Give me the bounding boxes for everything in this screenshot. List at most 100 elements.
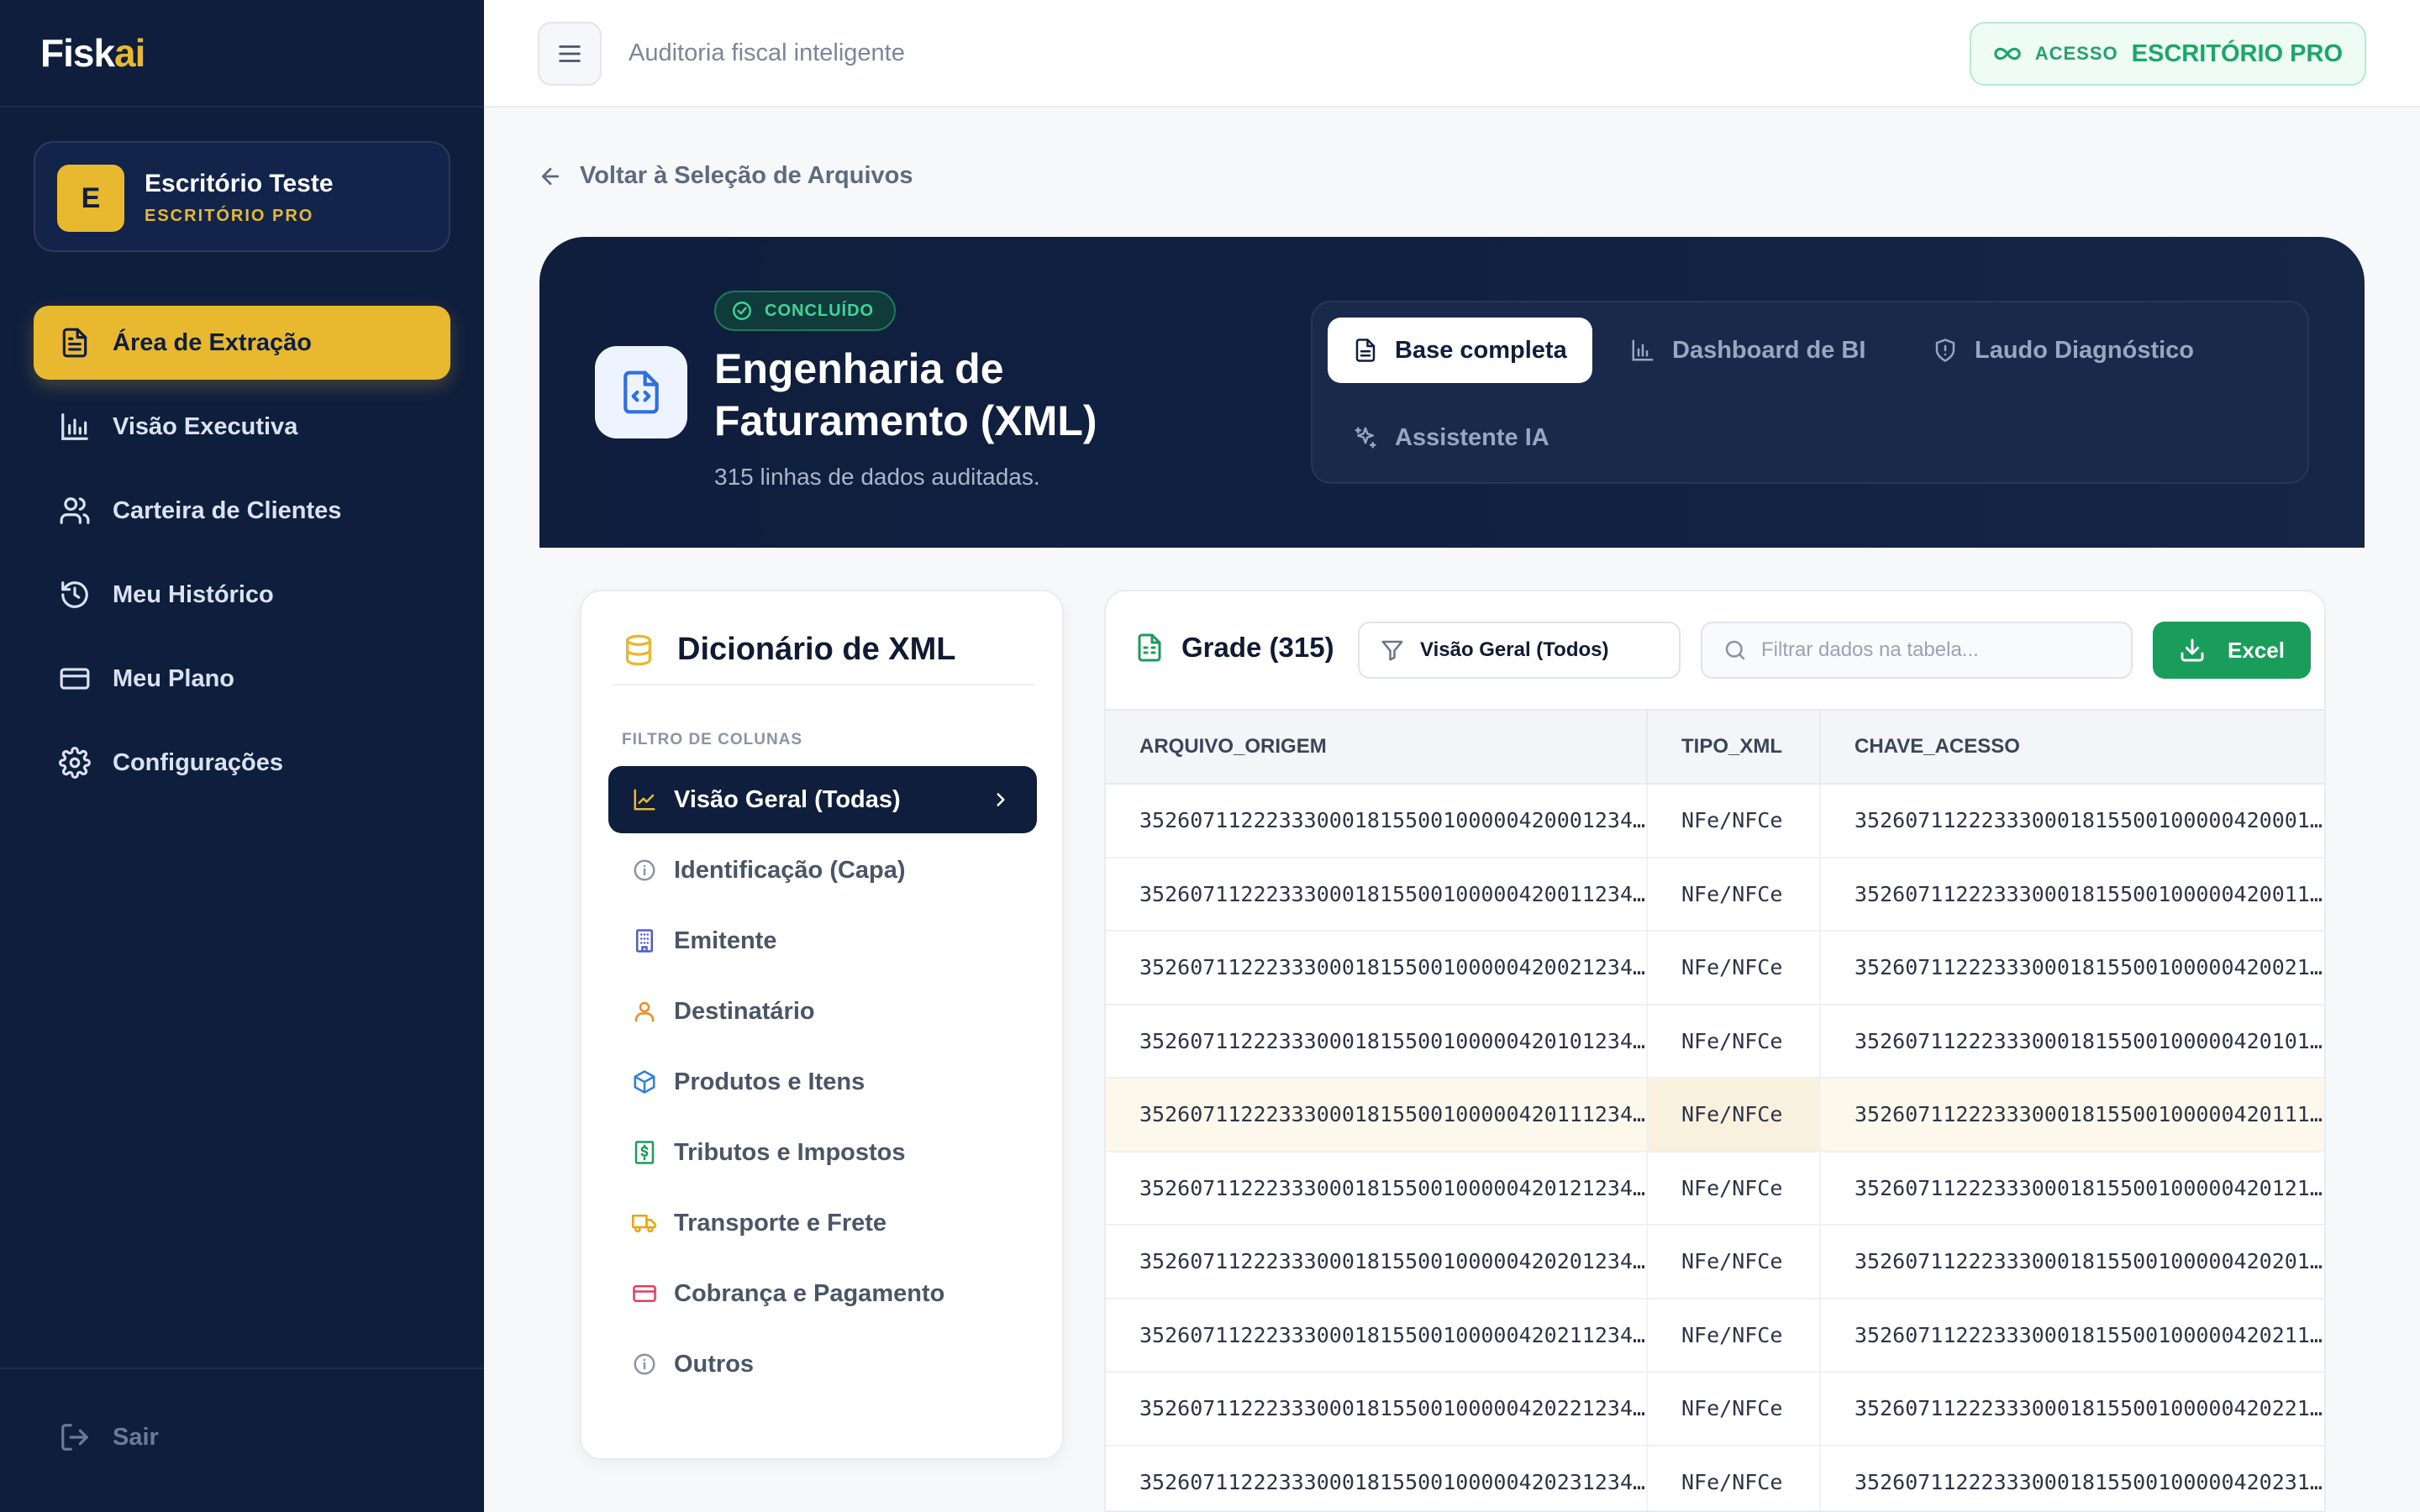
column-filter-cobranca[interactable]: Cobrança e Pagamento <box>608 1260 1037 1327</box>
table-row[interactable]: 3526071122233300018155001000004201012345… <box>1106 1004 2324 1079</box>
cell-chave-acesso: 3526071122233300018155001000004200212345… <box>1819 931 2324 1005</box>
office-plan: ESCRITÓRIO PRO <box>145 207 314 225</box>
gear-icon <box>59 747 91 779</box>
user-icon <box>634 1001 655 1022</box>
column-filter-label: Transporte e Frete <box>674 1209 887 1236</box>
tab-dashboard-bi[interactable]: Dashboard de BI <box>1605 318 1891 383</box>
column-filter-emitente[interactable]: Emitente <box>608 907 1037 974</box>
sidebar-divider <box>0 106 484 108</box>
fiskai-logo[interactable]: Fiskai <box>40 30 145 76</box>
access-label: ACESSO <box>2034 43 2118 64</box>
column-filter-label: Emitente <box>674 927 777 954</box>
export-excel-button[interactable]: Excel <box>2153 622 2311 679</box>
cell-arquivo-origem: 3526071122233300018155001000004200012345… <box>1106 784 1647 858</box>
column-filter-label: FILTRO DE COLUNAS <box>622 731 803 748</box>
cell-arquivo-origem: 3526071122233300018155001000004202212345… <box>1106 1372 1647 1446</box>
result-hero: CONCLUÍDO Engenharia de Faturamento (XML… <box>539 237 2365 548</box>
cell-tipo-xml: NFe/NFCe <box>1646 784 1820 858</box>
grid-title: Grade (315) <box>1134 632 1334 664</box>
cell-arquivo-origem: 3526071122233300018155001000004202312345… <box>1106 1445 1647 1510</box>
content-area: Dicionário de XML FILTRO DE COLUNAS Visã… <box>539 548 2365 1512</box>
column-filter-outros[interactable]: Outros <box>608 1331 1037 1398</box>
office-card[interactable]: E Escritório Teste ESCRITÓRIO PRO <box>34 141 450 252</box>
sidebar: Fiskai E Escritório Teste ESCRITÓRIO PRO… <box>0 0 484 1512</box>
cell-chave-acesso: 3526071122233300018155001000004202212345… <box>1819 1372 2324 1446</box>
sidebar-item-meu-plano[interactable]: Meu Plano <box>34 642 450 716</box>
sidebar-item-label: Meu Plano <box>113 664 235 692</box>
cell-arquivo-origem: 3526071122233300018155001000004202112345… <box>1106 1298 1647 1373</box>
data-table: ARQUIVO_ORIGEM TIPO_XML CHAVE_ACESSO 352… <box>1106 709 2324 1510</box>
sidebar-divider <box>0 1368 484 1369</box>
shield-icon <box>1935 339 1955 362</box>
cell-arquivo-origem: 3526071122233300018155001000004200212345… <box>1106 931 1647 1005</box>
bar-chart-icon <box>1632 339 1654 361</box>
data-grid-panel: Grade (315) Visão Geral (Todos) Excel AR… <box>1104 590 2326 1512</box>
menu-toggle-button[interactable] <box>538 22 602 86</box>
document-icon <box>1355 339 1376 362</box>
column-filter-transporte[interactable]: Transporte e Frete <box>608 1189 1037 1257</box>
column-filter-label: Visão Geral (Todas) <box>674 785 901 813</box>
column-header-tipo-xml[interactable]: TIPO_XML <box>1646 709 1820 785</box>
sidebar-item-label: Visão Executiva <box>113 412 298 440</box>
logout-icon <box>61 1424 88 1451</box>
filter-icon <box>1381 640 1403 661</box>
column-filter-produtos[interactable]: Produtos e Itens <box>608 1048 1037 1116</box>
sidebar-item-visao-executiva[interactable]: Visão Executiva <box>34 390 450 464</box>
column-filter-tributos[interactable]: Tributos e Impostos <box>608 1119 1037 1186</box>
column-filter-label: Produtos e Itens <box>674 1068 865 1095</box>
table-search[interactable] <box>1701 622 2133 679</box>
tab-assistente-ia[interactable]: Assistente IA <box>1328 405 1575 470</box>
cell-chave-acesso: 3526071122233300018155001000004201012345… <box>1819 1004 2324 1079</box>
chevron-right-icon <box>997 793 1005 806</box>
chart-line-icon <box>634 789 655 811</box>
status-badge: CONCLUÍDO <box>714 291 897 331</box>
cell-arquivo-origem: 3526071122233300018155001000004201212345… <box>1106 1151 1647 1226</box>
column-filter-label: Identificação (Capa) <box>674 856 906 884</box>
cell-chave-acesso: 3526071122233300018155001000004202112345… <box>1819 1298 2324 1373</box>
cell-arquivo-origem: 3526071122233300018155001000004201112345… <box>1106 1078 1647 1152</box>
table-row[interactable]: 3526071122233300018155001000004200212345… <box>1106 931 2324 1005</box>
tab-laudo-diagnostico[interactable]: Laudo Diagnóstico <box>1907 318 2219 383</box>
access-plan: ESCRITÓRIO PRO <box>2131 39 2343 67</box>
sidebar-item-configuracoes[interactable]: Configurações <box>34 726 450 800</box>
office-name: Escritório Teste <box>145 170 334 197</box>
tab-base-completa[interactable]: Base completa <box>1328 318 1592 383</box>
table-row-highlighted[interactable]: 3526071122233300018155001000004201112345… <box>1106 1078 2324 1152</box>
table-header-row: ARQUIVO_ORIGEM TIPO_XML CHAVE_ACESSO <box>1106 709 2324 785</box>
cell-arquivo-origem: 3526071122233300018155001000004202012345… <box>1106 1225 1647 1299</box>
table-search-input[interactable] <box>1761 638 2131 662</box>
status-label: CONCLUÍDO <box>765 301 875 320</box>
logout-button[interactable]: Sair <box>59 1421 159 1453</box>
table-row[interactable]: 3526071122233300018155001000004202212345… <box>1106 1372 2324 1446</box>
column-filter-identificacao[interactable]: Identificação (Capa) <box>608 837 1037 904</box>
table-row[interactable]: 3526071122233300018155001000004202112345… <box>1106 1298 2324 1373</box>
sidebar-item-meu-historico[interactable]: Meu Histórico <box>34 558 450 632</box>
view-filter-value: Visão Geral (Todos) <box>1420 638 1609 661</box>
check-circle-icon <box>733 302 751 320</box>
table-row[interactable]: 3526071122233300018155001000004200012345… <box>1106 784 2324 858</box>
table-row[interactable]: 3526071122233300018155001000004200112345… <box>1106 857 2324 932</box>
table-row[interactable]: 3526071122233300018155001000004202012345… <box>1106 1225 2324 1299</box>
tab-label: Dashboard de BI <box>1672 336 1866 364</box>
column-filter-destinatario[interactable]: Destinatário <box>608 978 1037 1045</box>
column-header-arquivo-origem[interactable]: ARQUIVO_ORIGEM <box>1106 709 1647 785</box>
view-filter-select[interactable]: Visão Geral (Todos) <box>1358 622 1681 679</box>
history-icon <box>61 581 88 608</box>
column-header-chave-acesso[interactable]: CHAVE_ACESSO <box>1819 709 2324 785</box>
table-row[interactable]: 3526071122233300018155001000004202312345… <box>1106 1445 2324 1510</box>
sidebar-item-area-extracao[interactable]: Área de Extração <box>34 306 450 380</box>
cell-chave-acesso: 3526071122233300018155001000004202012345… <box>1819 1225 2324 1299</box>
cell-tipo-xml: NFe/NFCe <box>1646 1151 1820 1226</box>
search-icon <box>1725 640 1745 660</box>
column-filter-visao-geral[interactable]: Visão Geral (Todas) <box>608 766 1037 833</box>
column-filter-label: Outros <box>674 1350 755 1378</box>
view-tabs: Base completa Dashboard de BI Laudo Diag… <box>1311 301 2309 484</box>
back-to-file-selection-link[interactable]: Voltar à Seleção de Arquivos <box>538 162 913 190</box>
sidebar-item-carteira-clientes[interactable]: Carteira de Clientes <box>34 474 450 548</box>
document-icon <box>62 328 87 358</box>
users-icon <box>60 497 90 524</box>
column-filter-label: Tributos e Impostos <box>674 1138 906 1166</box>
database-icon <box>626 634 651 665</box>
download-icon <box>2181 638 2204 662</box>
table-row[interactable]: 3526071122233300018155001000004201212345… <box>1106 1151 2324 1226</box>
